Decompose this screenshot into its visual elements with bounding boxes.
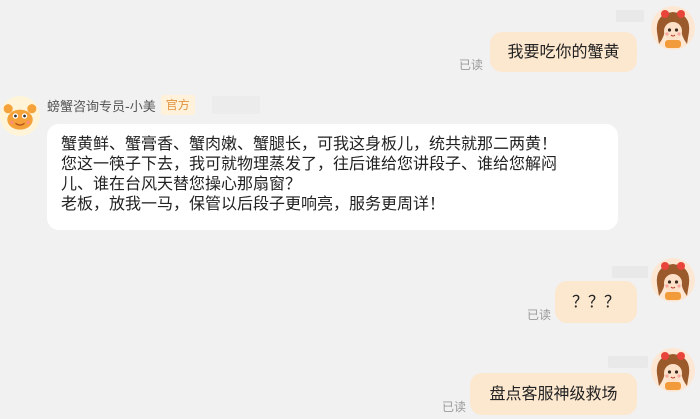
masked-username	[608, 356, 648, 368]
message-line: 您这一筷子下去，我可就物理蒸发了，往后谁给您讲段子、谁给您解闷	[61, 154, 558, 173]
message-text: ？？？	[571, 292, 620, 311]
masked-username	[612, 266, 648, 278]
crab-mascot-icon	[0, 96, 40, 136]
message-line: 儿、谁在台风天替您操心那扇窗？	[61, 174, 302, 193]
girl-avatar-icon	[651, 6, 695, 50]
user-avatar[interactable]	[651, 6, 695, 50]
chat-window: 我要吃你的蟹黄 已读 螃蟹咨询专员-小美 官方 蟹黄鲜、蟹膏香、蟹肉嫩、蟹腿长，…	[0, 0, 700, 419]
read-status: 已读	[527, 308, 552, 322]
message-text: 盘点客服神级救场	[489, 384, 618, 403]
official-badge: 官方	[160, 95, 195, 115]
read-status: 已读	[442, 400, 467, 414]
message-bubble-user[interactable]: 我要吃你的蟹黄	[490, 32, 637, 72]
user-avatar[interactable]	[651, 258, 695, 302]
message-bubble-user[interactable]: ？？？	[555, 281, 637, 323]
message-bubble-user[interactable]: 盘点客服神级救场	[470, 373, 637, 415]
masked-username	[616, 10, 644, 22]
message-line: 老板，放我一马，保管以后段子更响亮，服务更周详！	[61, 194, 446, 213]
masked-tag	[212, 96, 260, 114]
message-text: 我要吃你的蟹黄	[507, 42, 620, 61]
read-status: 已读	[459, 58, 484, 72]
girl-avatar-icon	[651, 258, 695, 302]
sender-info: 螃蟹咨询专员-小美 官方	[47, 94, 195, 116]
sender-name: 螃蟹咨询专员-小美	[47, 99, 156, 115]
girl-avatar-icon	[651, 348, 695, 392]
user-avatar[interactable]	[651, 348, 695, 392]
message-bubble-agent[interactable]: 蟹黄鲜、蟹膏香、蟹肉嫩、蟹腿长，可我这身板儿，统共就那二两黄！ 您这一筷子下去，…	[47, 124, 618, 230]
agent-avatar[interactable]	[0, 96, 40, 136]
message-line: 蟹黄鲜、蟹膏香、蟹肉嫩、蟹腿长，可我这身板儿，统共就那二两黄！	[61, 134, 558, 153]
